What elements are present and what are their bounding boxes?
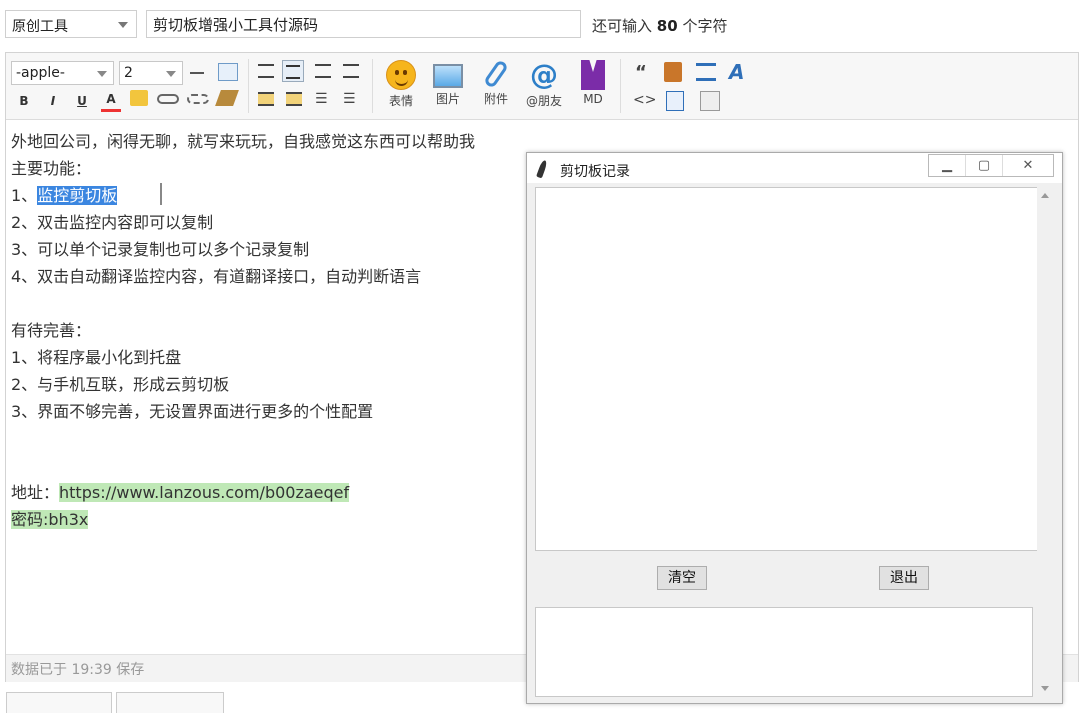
- save-status: 数据已于 19:39 保存: [11, 662, 145, 678]
- markdown-button[interactable]: MD: [575, 60, 611, 106]
- dialog-title: 剪切板记录: [560, 164, 630, 180]
- bold-button[interactable]: B: [14, 91, 34, 111]
- content-line: 主要功能：: [11, 159, 92, 178]
- quote-button[interactable]: “: [635, 62, 647, 83]
- clear-button[interactable]: 清空: [657, 566, 707, 590]
- font-size-select[interactable]: 2: [119, 61, 183, 85]
- top-notice-strip: [0, 0, 1081, 6]
- paragraph-icon[interactable]: [696, 63, 716, 81]
- scroll-down-icon[interactable]: [1041, 686, 1049, 691]
- underline-button[interactable]: U: [72, 91, 92, 111]
- font-family-select[interactable]: -apple-: [11, 61, 114, 85]
- content-blank: [11, 452, 531, 479]
- content-line: 3、界面不够完善，无设置界面进行更多的个性配置: [11, 402, 374, 421]
- clipboard-list[interactable]: [535, 187, 1040, 551]
- smiley-icon: [386, 60, 416, 90]
- content-line: 2、双击监控内容即可以复制: [11, 213, 214, 232]
- chevron-down-icon: [166, 71, 176, 77]
- content-line: 2、与手机互联，形成云剪切板: [11, 375, 230, 394]
- editor-content[interactable]: 外地回公司，闲得无聊，就写来玩玩，自我感觉这东西可以帮助我 主要功能： 1、监控…: [11, 128, 531, 533]
- horizontal-rule-icon[interactable]: [190, 72, 204, 74]
- text-cursor-icon: [160, 183, 162, 205]
- content-blank: [11, 425, 531, 452]
- attachment-button[interactable]: 附件: [478, 59, 514, 107]
- maximize-icon[interactable]: ▢: [966, 155, 1003, 176]
- link-icon[interactable]: [157, 94, 179, 104]
- exit-button[interactable]: 退出: [879, 566, 929, 590]
- download-link[interactable]: https://www.lanzous.com/b00zaeqef: [59, 483, 350, 502]
- word-paste-icon[interactable]: [666, 91, 684, 111]
- highlight-icon[interactable]: [130, 90, 148, 106]
- window-controls: ▁ ▢ ✕: [928, 154, 1054, 177]
- category-value: 原创工具: [12, 19, 68, 35]
- content-line: 有待完善：: [11, 321, 92, 340]
- align-center-icon[interactable]: [315, 64, 331, 78]
- float-left-icon[interactable]: [258, 92, 274, 106]
- font-style-icon[interactable]: A: [729, 60, 744, 84]
- title-input[interactable]: [146, 10, 581, 38]
- scroll-up-icon[interactable]: [1041, 193, 1049, 198]
- align-right-icon[interactable]: [343, 64, 359, 78]
- mention-button[interactable]: @ @朋友: [524, 60, 564, 109]
- italic-button[interactable]: I: [43, 91, 63, 111]
- table-icon[interactable]: [218, 63, 238, 81]
- selected-text: 监控剪切板: [37, 186, 118, 205]
- source-view-icon[interactable]: [700, 91, 720, 111]
- category-select[interactable]: 原创工具: [5, 10, 137, 38]
- remaining-chars: 还可输入 80 个字符: [592, 17, 728, 35]
- feather-icon: [536, 159, 548, 179]
- bottom-tab[interactable]: [6, 692, 112, 713]
- chevron-down-icon: [97, 71, 107, 77]
- content-line: 1、将程序最小化到托盘: [11, 348, 182, 367]
- remaining-count: 80: [656, 17, 678, 35]
- dialog-titlebar[interactable]: 剪切板记录 ▁ ▢ ✕: [527, 153, 1062, 183]
- at-sign-icon: @: [530, 58, 558, 91]
- emoji-button[interactable]: 表情: [383, 60, 419, 109]
- minimize-icon[interactable]: ▁: [929, 155, 966, 176]
- chevron-down-icon: [118, 22, 128, 28]
- align-left-active-icon[interactable]: [282, 60, 304, 82]
- font-color-button[interactable]: A: [101, 89, 121, 112]
- markdown-icon: [581, 60, 605, 90]
- clipboard-dialog: 剪切板记录 ▁ ▢ ✕ 清空 退出: [526, 152, 1063, 704]
- content-line: 外地回公司，闲得无聊，就写来玩玩，自我感觉这东西可以帮助我: [11, 132, 476, 151]
- float-right-icon[interactable]: [286, 92, 302, 106]
- bottom-tab[interactable]: [116, 692, 224, 713]
- image-button[interactable]: 图片: [430, 60, 466, 107]
- unlink-icon[interactable]: [187, 94, 209, 104]
- image-icon: [433, 64, 463, 88]
- unordered-list-icon[interactable]: ☰: [343, 91, 356, 107]
- translation-output[interactable]: [535, 607, 1033, 697]
- content-line: 1、监控剪切板: [11, 186, 118, 205]
- ordered-list-icon[interactable]: ☰: [315, 91, 328, 107]
- content-line: 4、双击自动翻译监控内容，有道翻译接口，自动判断语言: [11, 267, 422, 286]
- password-line: 密码:bh3x: [11, 510, 89, 529]
- free-icon[interactable]: [664, 62, 682, 82]
- align-left-icon[interactable]: [258, 64, 274, 78]
- paperclip-icon: [483, 59, 509, 89]
- vertical-scrollbar[interactable]: [1037, 187, 1054, 697]
- content-line: 3、可以单个记录复制也可以多个记录复制: [11, 240, 310, 259]
- code-button[interactable]: <>: [633, 92, 656, 108]
- close-icon[interactable]: ✕: [1003, 155, 1053, 176]
- content-blank: [11, 290, 531, 317]
- address-line: 地址：https://www.lanzous.com/b00zaeqef: [11, 483, 350, 502]
